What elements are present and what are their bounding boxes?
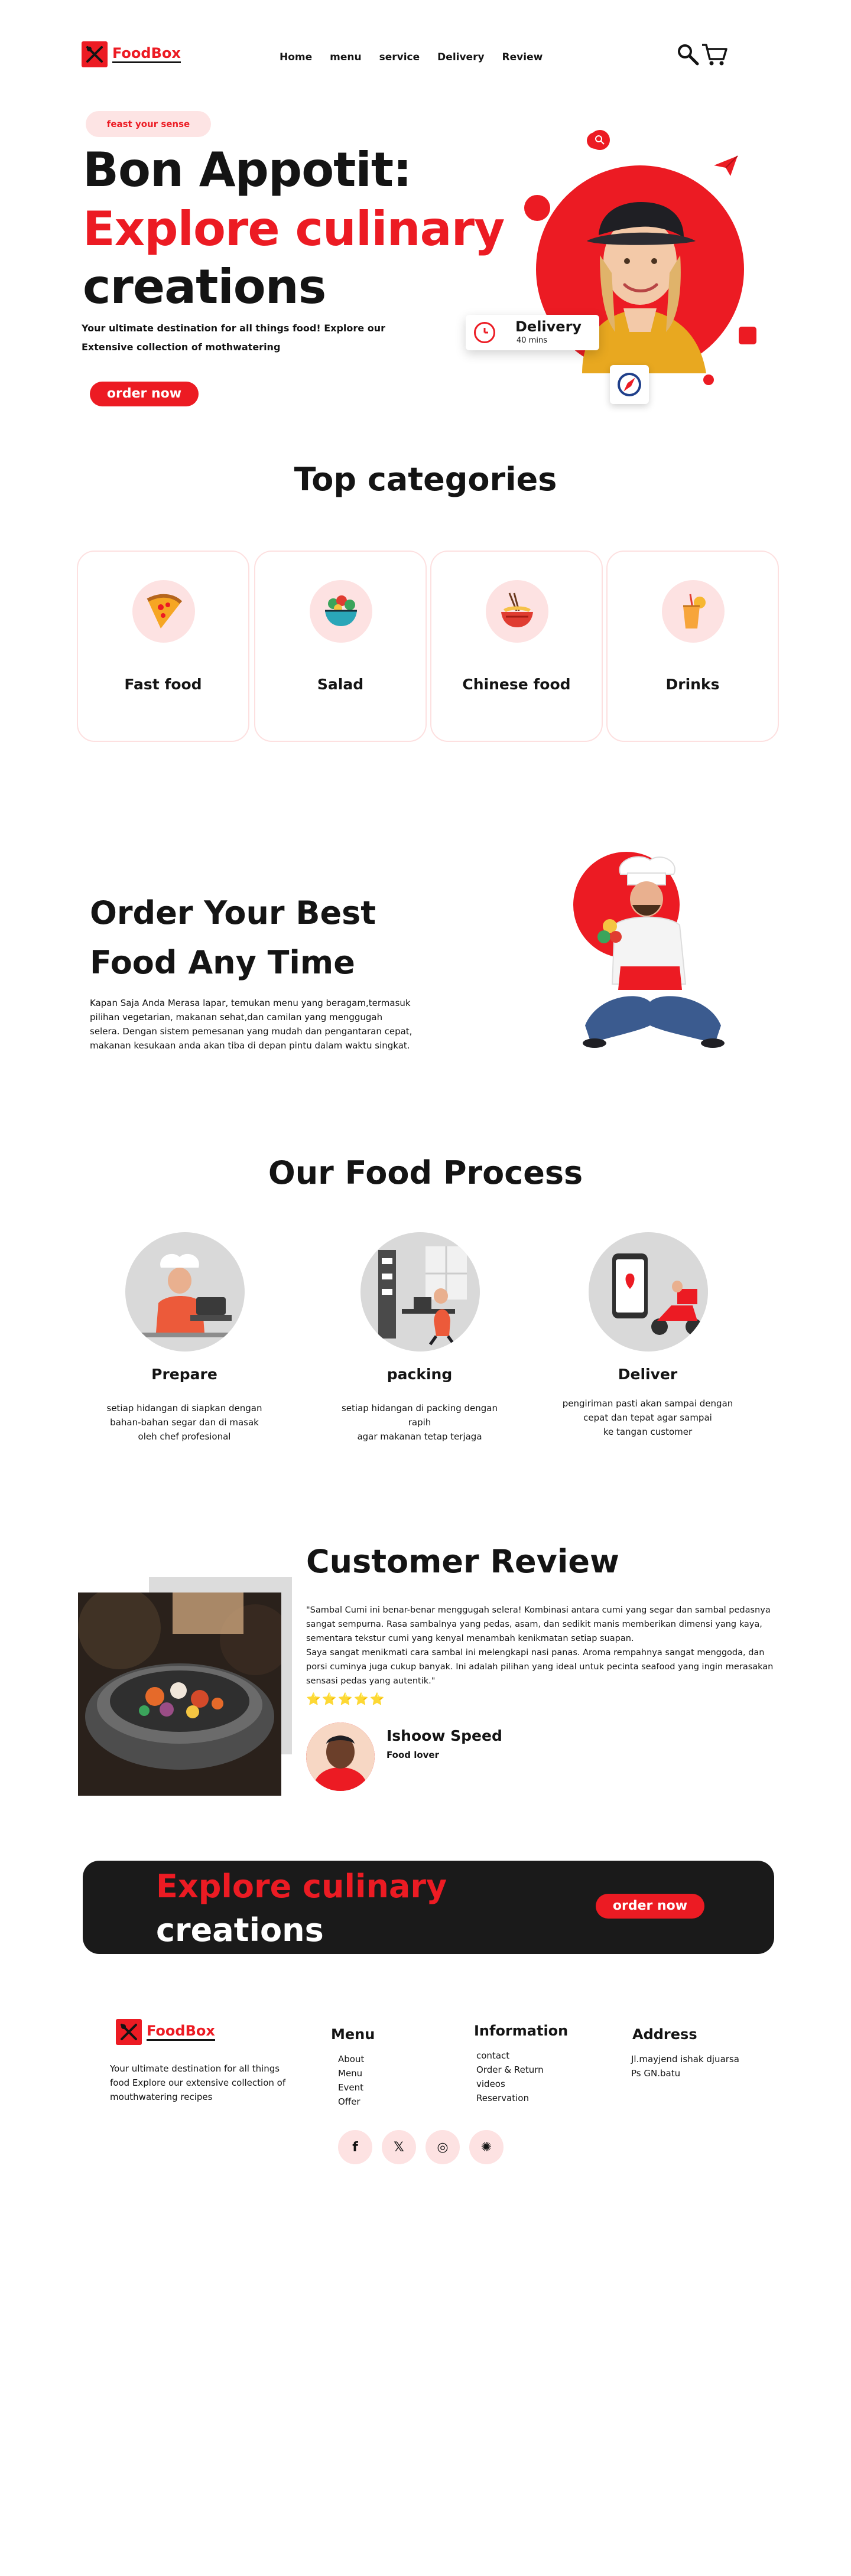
category-card-fast-food[interactable]: Fast food bbox=[77, 551, 249, 742]
drink-icon bbox=[662, 580, 725, 643]
footer-address-title: Address bbox=[632, 2026, 697, 2043]
deliver-illustration bbox=[589, 1232, 708, 1351]
delivery-title: Delivery bbox=[515, 318, 582, 335]
process-step-title: Deliver bbox=[618, 1366, 678, 1383]
main-nav: Home menu service Delivery Review bbox=[280, 51, 543, 63]
process-step-desc: setiap hidangan di siapkan dengan bahan-… bbox=[106, 1403, 262, 1442]
noodles-icon bbox=[486, 580, 548, 643]
nav-home[interactable]: Home bbox=[280, 51, 312, 63]
process-step-title: Prepare bbox=[151, 1366, 217, 1383]
process-step-title: packing bbox=[386, 1366, 453, 1383]
delivery-time: 40 mins bbox=[517, 336, 547, 345]
brand-logo[interactable]: FoodBox bbox=[82, 41, 181, 67]
hero-title-line1: Bon Appotit: bbox=[83, 142, 412, 197]
footer-link-reservation[interactable]: Reservation bbox=[476, 2091, 544, 2105]
pizza-icon bbox=[132, 580, 195, 643]
nav-delivery[interactable]: Delivery bbox=[437, 51, 484, 63]
footer-link-menu[interactable]: Menu bbox=[338, 2066, 364, 2080]
category-label: Salad bbox=[317, 676, 364, 693]
footer-link-about[interactable]: About bbox=[338, 2052, 364, 2066]
process-title: Our Food Process bbox=[268, 1154, 583, 1191]
prepare-illustration bbox=[125, 1232, 245, 1351]
fork-knife-icon bbox=[82, 41, 108, 67]
packing-illustration bbox=[360, 1232, 480, 1351]
search-badge-icon bbox=[590, 130, 610, 150]
x-icon[interactable]: 𝕏 bbox=[382, 2130, 416, 2164]
review-food-image bbox=[78, 1593, 281, 1796]
red-dot-decoration bbox=[703, 374, 714, 385]
hero-tag: feast your sense bbox=[86, 111, 211, 137]
footer-info-title: Information bbox=[474, 2023, 569, 2039]
hero-title-line2: Explore culinary bbox=[83, 201, 505, 256]
category-card-salad[interactable]: Salad bbox=[254, 551, 427, 742]
footer-link-videos[interactable]: videos bbox=[476, 2077, 544, 2091]
order-body: Kapan Saja Anda Merasa lapar, temukan me… bbox=[90, 998, 412, 1051]
category-label: Drinks bbox=[665, 676, 720, 693]
categories-title: Top categories bbox=[294, 461, 557, 498]
nav-review[interactable]: Review bbox=[502, 51, 543, 63]
nav-menu[interactable]: menu bbox=[330, 51, 361, 63]
category-card-drinks[interactable]: Drinks bbox=[606, 551, 779, 742]
footer-link-event[interactable]: Event bbox=[338, 2080, 364, 2095]
footer-link-order-return[interactable]: Order & Return bbox=[476, 2063, 544, 2077]
nav-service[interactable]: service bbox=[379, 51, 420, 63]
red-square-decoration bbox=[739, 327, 756, 344]
brand-name: FoodBox bbox=[147, 2023, 215, 2041]
banner-order-button[interactable]: order now bbox=[596, 1894, 704, 1919]
brand-name: FoodBox bbox=[112, 45, 181, 64]
search-icon[interactable] bbox=[676, 43, 700, 69]
process-step-desc: pengiriman pasti akan sampai dengan cepa… bbox=[562, 1398, 733, 1437]
process-step-desc: setiap hidangan di packing dengan rapih … bbox=[341, 1403, 498, 1442]
fork-knife-icon bbox=[116, 2019, 142, 2045]
review-title: Customer Review bbox=[306, 1543, 619, 1580]
review-text: "Sambal Cumi ini benar-benar menggugah s… bbox=[306, 1605, 774, 1686]
banner-line2: creations bbox=[156, 1911, 324, 1949]
rating-stars: ⭐⭐⭐⭐⭐ bbox=[306, 1692, 386, 1706]
clock-icon bbox=[474, 322, 495, 343]
reviewer-name: Ishoow Speed bbox=[386, 1727, 502, 1744]
footer-menu-list: About Menu Event Offer bbox=[338, 2052, 364, 2109]
threads-icon[interactable]: ✺ bbox=[469, 2130, 504, 2164]
explore-banner: Explore culinary creations order now bbox=[83, 1861, 774, 1954]
salad-icon bbox=[310, 580, 372, 643]
category-label: Chinese food bbox=[462, 676, 571, 693]
cart-icon[interactable] bbox=[701, 43, 728, 69]
footer-info-list: contact Order & Return videos Reservatio… bbox=[476, 2049, 544, 2105]
banner-line1: Explore culinary bbox=[156, 1868, 447, 1905]
footer-link-contact[interactable]: contact bbox=[476, 2049, 544, 2063]
facebook-icon[interactable]: f bbox=[338, 2130, 372, 2164]
instagram-icon[interactable]: ◎ bbox=[426, 2130, 460, 2164]
footer-logo[interactable]: FoodBox bbox=[116, 2019, 215, 2045]
footer-link-offer[interactable]: Offer bbox=[338, 2095, 364, 2109]
reviewer-role: Food lover bbox=[386, 1750, 440, 1760]
footer-address: Jl.mayjend ishak djuarsa Ps GN.batu bbox=[631, 2054, 739, 2079]
category-label: Fast food bbox=[124, 676, 202, 693]
delivery-card: Delivery 40 mins bbox=[466, 315, 599, 350]
footer-description: Your ultimate destination for all things… bbox=[110, 2063, 286, 2102]
reviewer-avatar bbox=[306, 1722, 375, 1791]
hero-subtitle: Your ultimate destination for all things… bbox=[82, 323, 385, 353]
hero-title-line3: creations bbox=[83, 259, 326, 314]
category-card-chinese-food[interactable]: Chinese food bbox=[430, 551, 603, 742]
hero-order-button[interactable]: order now bbox=[90, 382, 199, 406]
chef-image bbox=[573, 848, 733, 1061]
footer-menu-title: Menu bbox=[331, 2026, 375, 2043]
paper-plane-icon bbox=[713, 155, 739, 180]
compass-icon bbox=[610, 365, 649, 404]
order-title: Order Your Best Food Any Time bbox=[90, 894, 376, 981]
